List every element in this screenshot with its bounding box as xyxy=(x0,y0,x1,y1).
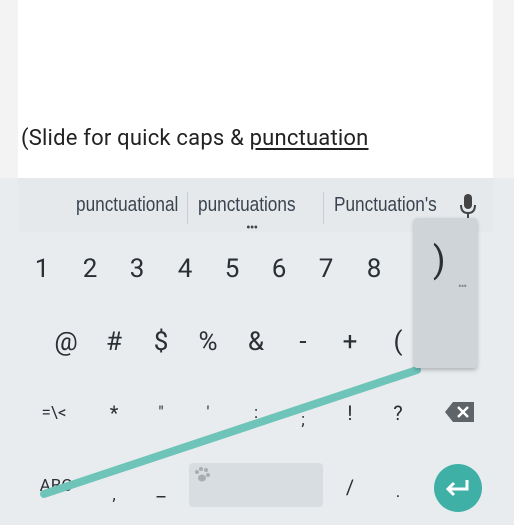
key-at[interactable]: @ xyxy=(46,327,86,357)
key-comma[interactable]: , xyxy=(94,480,134,510)
key-hash[interactable]: # xyxy=(94,327,134,357)
key-more-symbols[interactable]: =\< xyxy=(34,398,74,428)
key-2[interactable]: 2 xyxy=(70,254,110,284)
key-ampersand[interactable]: & xyxy=(236,327,276,357)
key-percent[interactable]: % xyxy=(188,327,228,357)
editor-composing-word: punctuation xyxy=(249,126,369,151)
key-7[interactable]: 7 xyxy=(306,254,346,284)
key-4[interactable]: 4 xyxy=(165,254,205,284)
backspace-icon[interactable] xyxy=(444,401,476,427)
background-left xyxy=(0,0,18,178)
key-8[interactable]: 8 xyxy=(354,254,394,284)
key-abc[interactable]: ABC xyxy=(36,471,76,501)
paw-icon xyxy=(193,466,211,488)
key-dollar[interactable]: $ xyxy=(141,327,181,357)
enter-button[interactable] xyxy=(434,464,482,512)
editor-text: (Slide for quick caps & punctuation xyxy=(21,126,369,151)
suggestion-1[interactable]: punctuational xyxy=(76,194,178,217)
suggestion-divider xyxy=(323,192,324,224)
key-asterisk[interactable]: * xyxy=(94,398,134,428)
key-close-paren[interactable]: ) xyxy=(433,239,446,281)
popup-more-indicator: ••• xyxy=(458,280,467,293)
suggestion-3[interactable]: Punctuation's xyxy=(334,194,437,217)
key-slash[interactable]: / xyxy=(330,472,370,502)
suggestion-divider xyxy=(187,192,188,224)
editor-committed-text: (Slide for quick caps & xyxy=(21,126,250,151)
key-5[interactable]: 5 xyxy=(212,254,252,284)
suggestion-2[interactable]: punctuations xyxy=(198,194,296,217)
key-3[interactable]: 3 xyxy=(117,254,157,284)
key-exclamation[interactable]: ! xyxy=(330,398,370,428)
key-single-quote[interactable]: ' xyxy=(188,398,228,428)
enter-icon xyxy=(445,480,469,497)
key-open-paren[interactable]: ( xyxy=(378,327,418,357)
key-minus[interactable]: - xyxy=(283,327,323,357)
key-6[interactable]: 6 xyxy=(259,254,299,284)
background-right xyxy=(493,0,514,178)
key-underscore[interactable]: _ xyxy=(141,474,181,504)
key-1[interactable]: 1 xyxy=(22,254,62,284)
key-colon[interactable]: : xyxy=(236,398,276,428)
key-plus[interactable]: + xyxy=(330,327,370,357)
key-double-quote[interactable]: " xyxy=(141,398,181,428)
key-semicolon[interactable]: ; xyxy=(283,405,323,435)
key-period[interactable]: . xyxy=(378,477,418,507)
text-editor[interactable] xyxy=(18,0,493,178)
key-question[interactable]: ? xyxy=(378,398,418,428)
